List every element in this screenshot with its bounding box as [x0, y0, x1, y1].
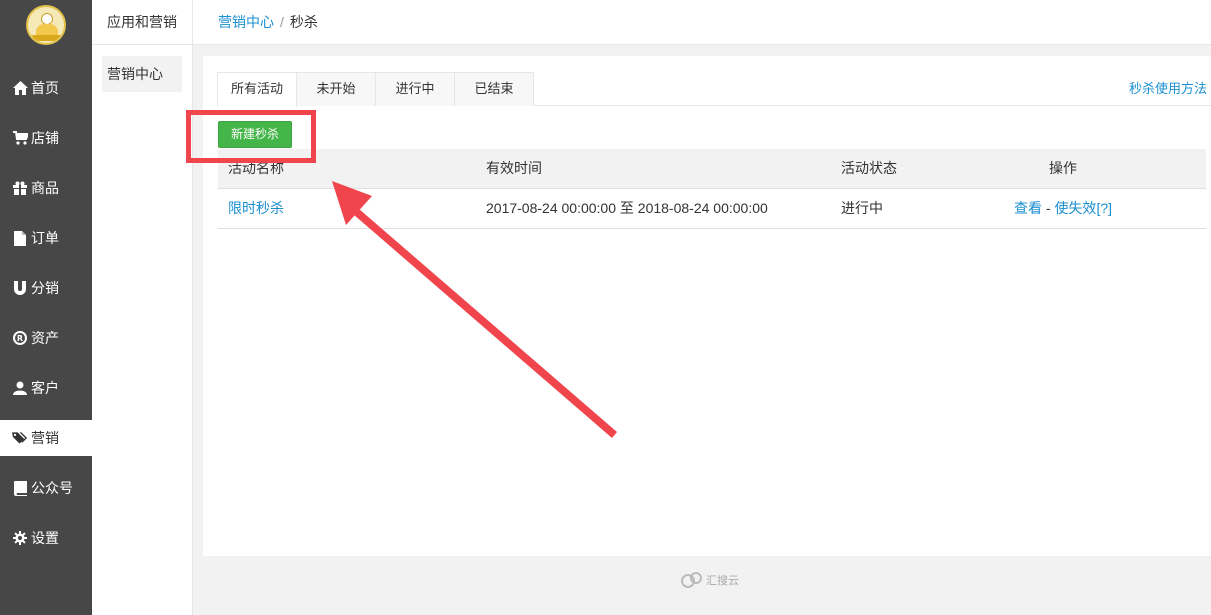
- tab-in-progress[interactable]: 进行中: [375, 72, 455, 106]
- nav-label: 设置: [31, 530, 59, 546]
- column-header-time: 有效时间: [486, 160, 542, 176]
- activity-status: 进行中: [841, 200, 883, 216]
- nav-item-marketing[interactable]: 营销: [0, 420, 92, 456]
- breadcrumb-separator: /: [280, 14, 284, 30]
- footer-brand: 汇搜云: [706, 575, 739, 587]
- svg-text:R: R: [17, 334, 23, 343]
- footer: 汇搜云: [680, 570, 739, 590]
- disable-help-link[interactable]: [?]: [1096, 200, 1112, 216]
- usage-help-link[interactable]: 秒杀使用方法: [1129, 78, 1207, 97]
- file-icon: [12, 230, 28, 246]
- nav-item-assets[interactable]: R 资产: [0, 313, 92, 363]
- nav-item-customers[interactable]: 客户: [0, 363, 92, 413]
- tab-bar: 所有活动 未开始 进行中 已结束: [217, 72, 1211, 107]
- user-icon: [12, 380, 28, 396]
- nav-item-home[interactable]: 首页: [0, 63, 92, 113]
- breadcrumb: 营销中心 / 秒杀: [193, 0, 1211, 45]
- nav-label: 订单: [31, 230, 59, 246]
- nav-label: 店铺: [31, 130, 59, 146]
- main-panel: 所有活动 未开始 进行中 已结束 秒杀使用方法 新建秒杀 活动名称 有效时间 活…: [203, 56, 1211, 556]
- book-icon: [12, 480, 28, 496]
- tab-all[interactable]: 所有活动: [217, 72, 297, 107]
- nav-label: 营销: [31, 430, 59, 446]
- disable-link[interactable]: 使失效: [1054, 200, 1096, 216]
- nav-label: 公众号: [31, 480, 73, 496]
- home-icon: [12, 80, 28, 96]
- breadcrumb-current: 秒杀: [289, 14, 318, 30]
- nav-label: 分销: [31, 280, 59, 296]
- nav-item-shop[interactable]: 店铺: [0, 113, 92, 163]
- nav-label: 商品: [31, 180, 59, 196]
- cart-icon: [12, 130, 28, 146]
- tab-not-started[interactable]: 未开始: [296, 72, 376, 106]
- tags-icon: [12, 430, 28, 446]
- nav-item-orders[interactable]: 订单: [0, 213, 92, 263]
- activity-table: 活动名称 有效时间 活动状态 操作 限时秒杀 2017-08-24 00:00:…: [218, 149, 1206, 229]
- action-separator: -: [1045, 200, 1051, 216]
- logo[interactable]: [26, 5, 66, 45]
- nav-item-settings[interactable]: 设置: [0, 513, 92, 563]
- secondary-sidebar: 应用和营销 营销中心: [92, 0, 193, 615]
- nav-label: 资产: [31, 330, 59, 346]
- column-header-actions: 操作: [1049, 160, 1077, 176]
- activity-actions: 查看 - 使失效[?]: [998, 189, 1128, 229]
- tab-ended[interactable]: 已结束: [454, 72, 534, 106]
- activity-name-link[interactable]: 限时秒杀: [228, 189, 284, 229]
- nav-item-distribution[interactable]: 分销: [0, 263, 92, 313]
- activity-time: 2017-08-24 00:00:00 至 2018-08-24 00:00:0…: [486, 200, 768, 216]
- nav-item-goods[interactable]: 商品: [0, 163, 92, 213]
- sidebar-item-marketing-center[interactable]: 营销中心: [102, 56, 182, 92]
- gift-icon: [12, 180, 28, 196]
- table-row: 限时秒杀 2017-08-24 00:00:00 至 2018-08-24 00…: [218, 189, 1206, 229]
- registered-icon: R: [12, 330, 28, 346]
- gear-icon: [12, 530, 28, 546]
- column-header-status: 活动状态: [841, 160, 897, 176]
- view-link[interactable]: 查看: [1014, 200, 1042, 216]
- table-header: 活动名称 有效时间 活动状态 操作: [218, 149, 1206, 189]
- annotation-highlight-box: [186, 110, 316, 163]
- nav-item-official-account[interactable]: 公众号: [0, 463, 92, 513]
- main-sidebar: 首页 店铺 商品 订单 分销 R 资产 客户 营销 公众号 设置: [0, 0, 92, 615]
- secondary-sidebar-title: 应用和营销: [92, 0, 192, 45]
- breadcrumb-parent-link[interactable]: 营销中心: [218, 12, 274, 32]
- nav-label: 客户: [31, 380, 59, 396]
- nav-label: 首页: [31, 80, 59, 96]
- magnet-icon: [12, 280, 28, 296]
- brand-logo-icon: [681, 572, 702, 588]
- main-nav: 首页 店铺 商品 订单 分销 R 资产 客户 营销 公众号 设置: [0, 63, 92, 563]
